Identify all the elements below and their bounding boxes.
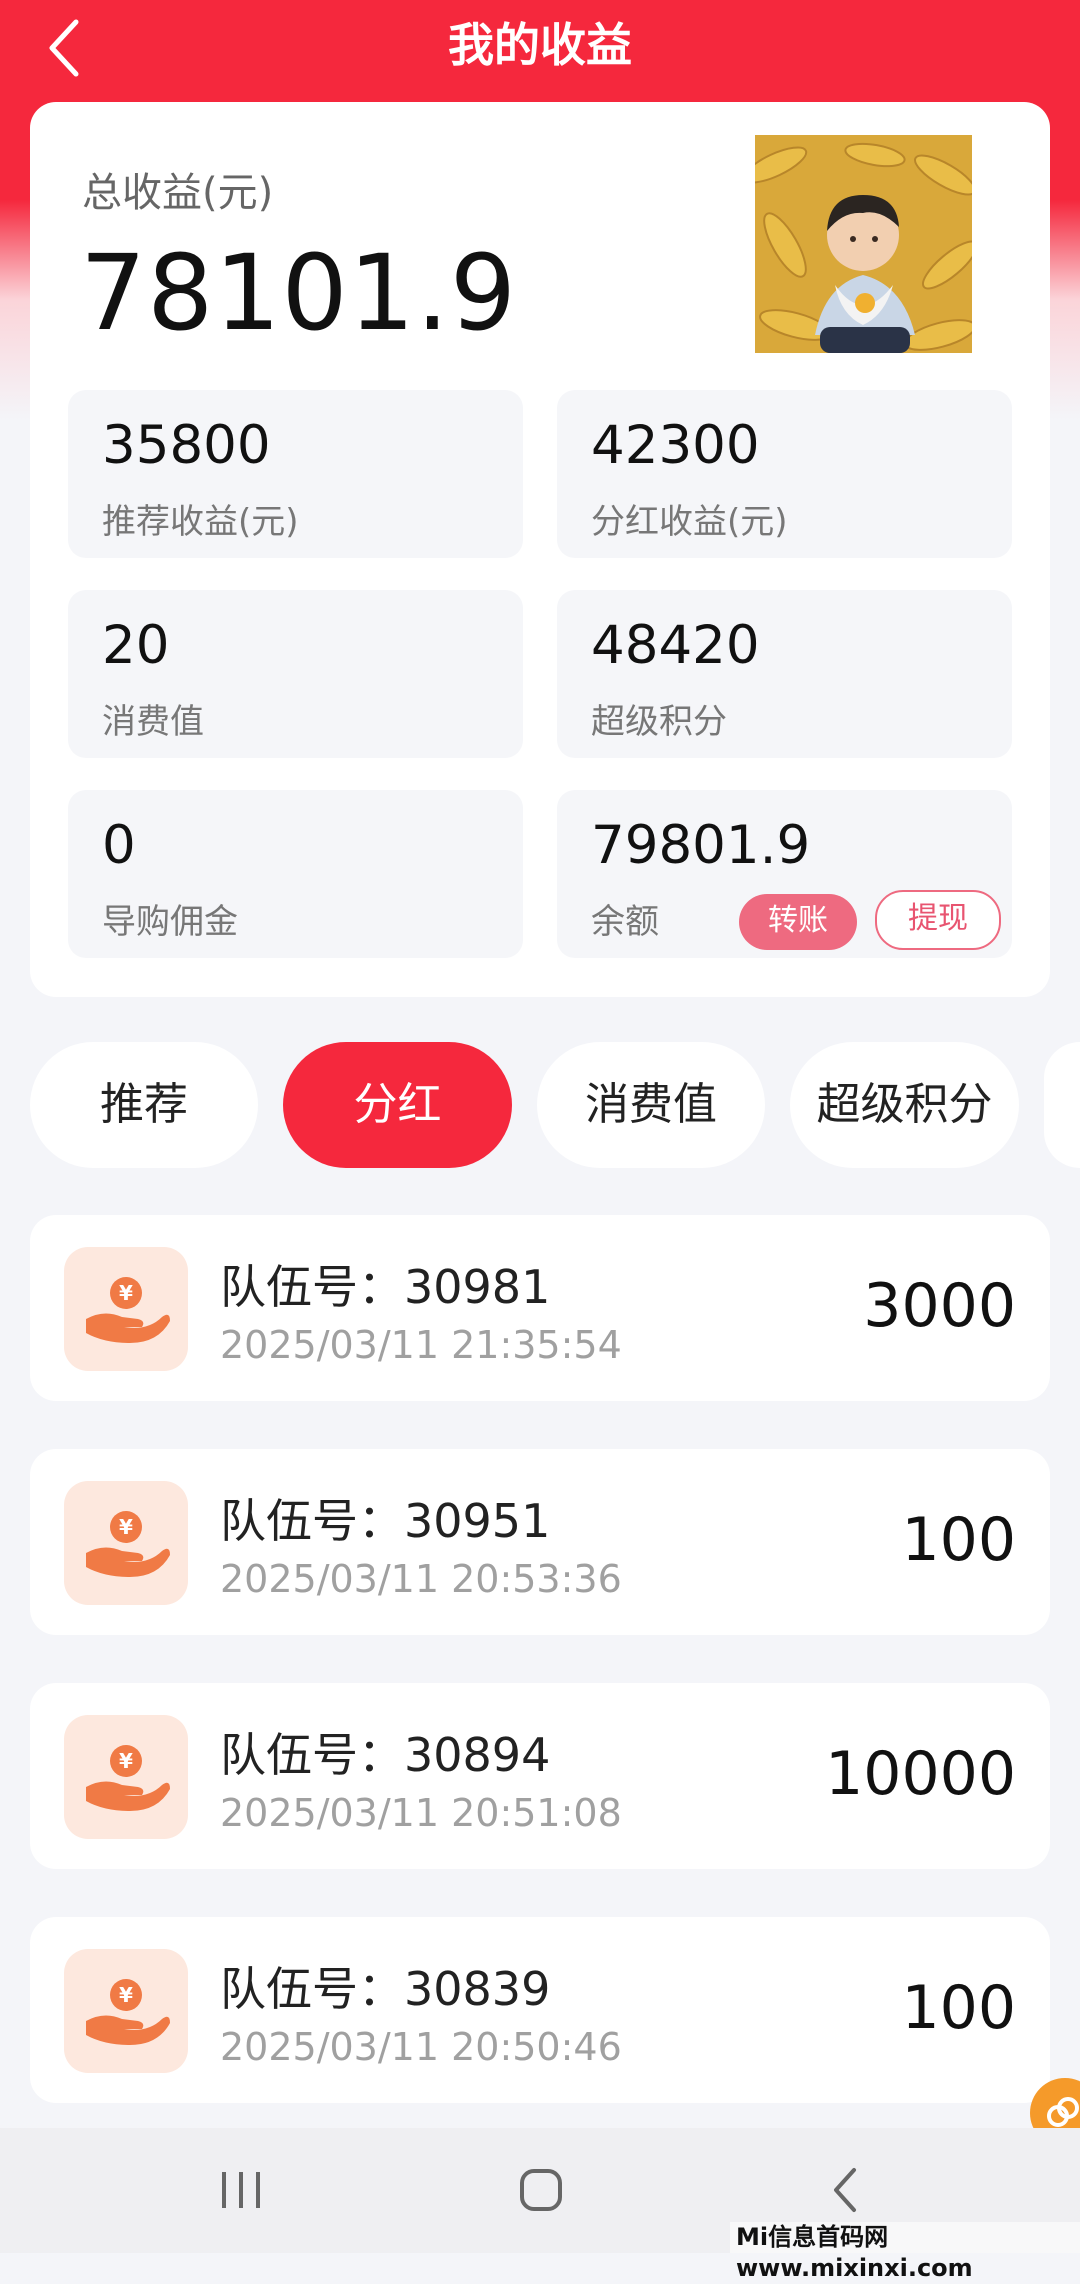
avatar-photo <box>755 135 972 353</box>
transfer-button[interactable]: 转账 <box>739 894 857 950</box>
stat-value: 35800 <box>102 415 271 476</box>
stat-label: 分红收益(元) <box>591 502 788 542</box>
tab-dividend[interactable]: 分红 <box>283 1042 512 1168</box>
record-amount: 10000 <box>825 1739 1016 1809</box>
back-icon <box>834 2168 856 2212</box>
record-timestamp: 2025/03/11 20:51:08 <box>220 1791 622 1835</box>
total-earnings-label: 总收益(元) <box>82 170 274 216</box>
record-team-number: 队伍号：30894 <box>220 1728 551 1782</box>
money-hand-icon: ¥ <box>64 1949 188 2073</box>
tab-recommend[interactable]: 推荐 <box>30 1042 258 1168</box>
list-item[interactable]: ¥ 队伍号：30839 2025/03/11 20:50:46 100 <box>30 1917 1050 2103</box>
stat-label: 余额 <box>591 902 659 942</box>
recent-apps-button[interactable] <box>196 2150 286 2230</box>
record-timestamp: 2025/03/11 20:53:36 <box>220 1557 622 1601</box>
tab-consumption-value[interactable]: 消费值 <box>537 1042 765 1168</box>
record-amount: 3000 <box>863 1271 1016 1341</box>
page-title: 我的收益 <box>448 18 632 72</box>
record-team-number: 队伍号：30839 <box>220 1962 551 2016</box>
stat-recommend-earnings[interactable]: 35800 推荐收益(元) <box>68 390 523 558</box>
recent-apps-icon <box>222 2172 260 2208</box>
stat-label: 消费值 <box>102 702 204 742</box>
stat-value: 0 <box>102 815 136 876</box>
stat-dividend-earnings[interactable]: 42300 分红收益(元) <box>557 390 1012 558</box>
svg-text:¥: ¥ <box>119 1749 133 1773</box>
svg-text:¥: ¥ <box>119 1515 133 1539</box>
record-timestamp: 2025/03/11 21:35:54 <box>220 1323 622 1367</box>
money-hand-icon: ¥ <box>64 1715 188 1839</box>
stat-value: 79801.9 <box>591 815 811 876</box>
stat-label: 超级积分 <box>591 702 727 742</box>
home-button[interactable] <box>496 2150 586 2230</box>
list-item[interactable]: ¥ 队伍号：30981 2025/03/11 21:35:54 3000 <box>30 1215 1050 1401</box>
total-earnings-value: 78101.9 <box>80 232 518 354</box>
stat-balance: 79801.9 余额 转账 提现 <box>557 790 1012 958</box>
list-item[interactable]: ¥ 队伍号：30894 2025/03/11 20:51:08 10000 <box>30 1683 1050 1869</box>
stat-value: 20 <box>102 615 170 676</box>
svg-text:¥: ¥ <box>119 1281 133 1305</box>
stat-value: 42300 <box>591 415 760 476</box>
record-team-number: 队伍号：30951 <box>220 1494 551 1548</box>
record-amount: 100 <box>901 1973 1016 2043</box>
tab-overflow-edge[interactable] <box>1044 1042 1080 1168</box>
stat-label: 导购佣金 <box>102 902 238 942</box>
list-item[interactable]: ¥ 队伍号：30951 2025/03/11 20:53:36 100 <box>30 1449 1050 1635</box>
tab-super-points[interactable]: 超级积分 <box>790 1042 1019 1168</box>
record-amount: 100 <box>901 1505 1016 1575</box>
record-team-number: 队伍号：30981 <box>220 1260 551 1314</box>
category-tabs: 推荐 分红 消费值 超级积分 <box>0 1042 1080 1172</box>
stat-label: 推荐收益(元) <box>102 502 299 542</box>
stat-shopping-commission[interactable]: 0 导购佣金 <box>68 790 523 958</box>
home-icon <box>520 2169 562 2211</box>
money-hand-icon: ¥ <box>64 1481 188 1605</box>
withdraw-button[interactable]: 提现 <box>875 890 1001 950</box>
stat-value: 48420 <box>591 615 760 676</box>
system-back-button[interactable] <box>800 2150 890 2230</box>
watermark-text: Mi信息首码网 www.mixinxi.com <box>730 2222 1080 2282</box>
record-timestamp: 2025/03/11 20:50:46 <box>220 2025 622 2069</box>
svg-text:¥: ¥ <box>119 1983 133 2007</box>
stat-super-points[interactable]: 48420 超级积分 <box>557 590 1012 758</box>
stat-consumption-value[interactable]: 20 消费值 <box>68 590 523 758</box>
money-hand-icon: ¥ <box>64 1247 188 1371</box>
avatar[interactable] <box>755 135 972 353</box>
top-bar: 我的收益 <box>0 0 1080 100</box>
